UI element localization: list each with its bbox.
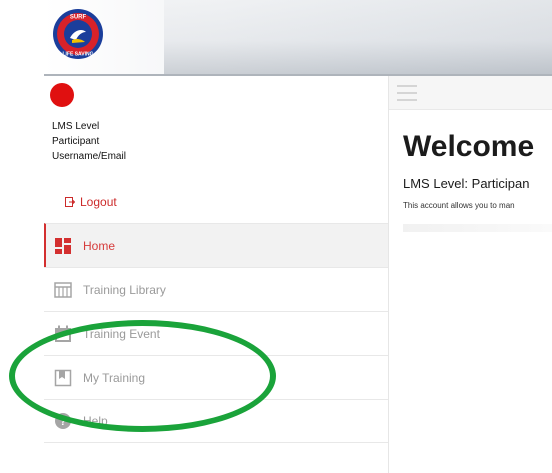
help-icon: ? [55,413,71,429]
page: SURF LIFE SAVING LMS Level Participant U… [0,0,552,473]
sidebar-item-training-event[interactable]: Training Event [44,311,388,355]
header-photo [164,0,552,74]
sidebar-item-home[interactable]: Home [44,223,388,267]
logo-text-top: SURF [70,15,87,21]
avatar[interactable] [50,83,74,107]
header-banner: SURF LIFE SAVING [44,0,552,76]
sidebar-item-training-library[interactable]: Training Library [44,267,388,311]
logout-button[interactable]: Logout [65,195,117,209]
svg-text:?: ? [60,416,67,428]
main-content: Welcome LMS Level: Participan This accou… [388,76,552,473]
user-level: LMS Level [52,121,100,132]
hamburger-menu-icon[interactable] [397,85,417,101]
user-username: Username/Email [52,151,126,162]
sidebar-item-label: Help [83,414,108,428]
sidebar-item-label: Training Library [83,282,166,297]
dashboard-icon [55,237,71,254]
sidebar-item-label: My Training [83,370,146,385]
page-title: Welcome [403,130,535,163]
lms-level-text: LMS Level: Participan [403,176,530,191]
logout-icon [65,197,75,207]
sidebar-item-my-training[interactable]: My Training [44,355,388,399]
sidebar-item-label: Home [83,238,116,253]
surf-life-saving-logo[interactable]: SURF LIFE SAVING [52,8,104,60]
calendar-icon [55,325,71,342]
bookmark-icon [54,369,72,386]
content-placeholder [403,224,552,232]
account-description: This account allows you to man [403,201,515,210]
user-role: Participant [52,136,100,147]
sidebar-nav: Home Training Library Training Event My … [44,223,388,443]
user-info: LMS Level Participant Username/Email [52,119,126,164]
top-bar [389,76,552,110]
logout-label: Logout [80,195,117,209]
sidebar-item-help[interactable]: ? Help [44,399,388,443]
library-icon [54,281,72,298]
logo-text-bottom: LIFE SAVING [62,52,93,58]
sidebar-item-label: Training Event [83,326,160,341]
